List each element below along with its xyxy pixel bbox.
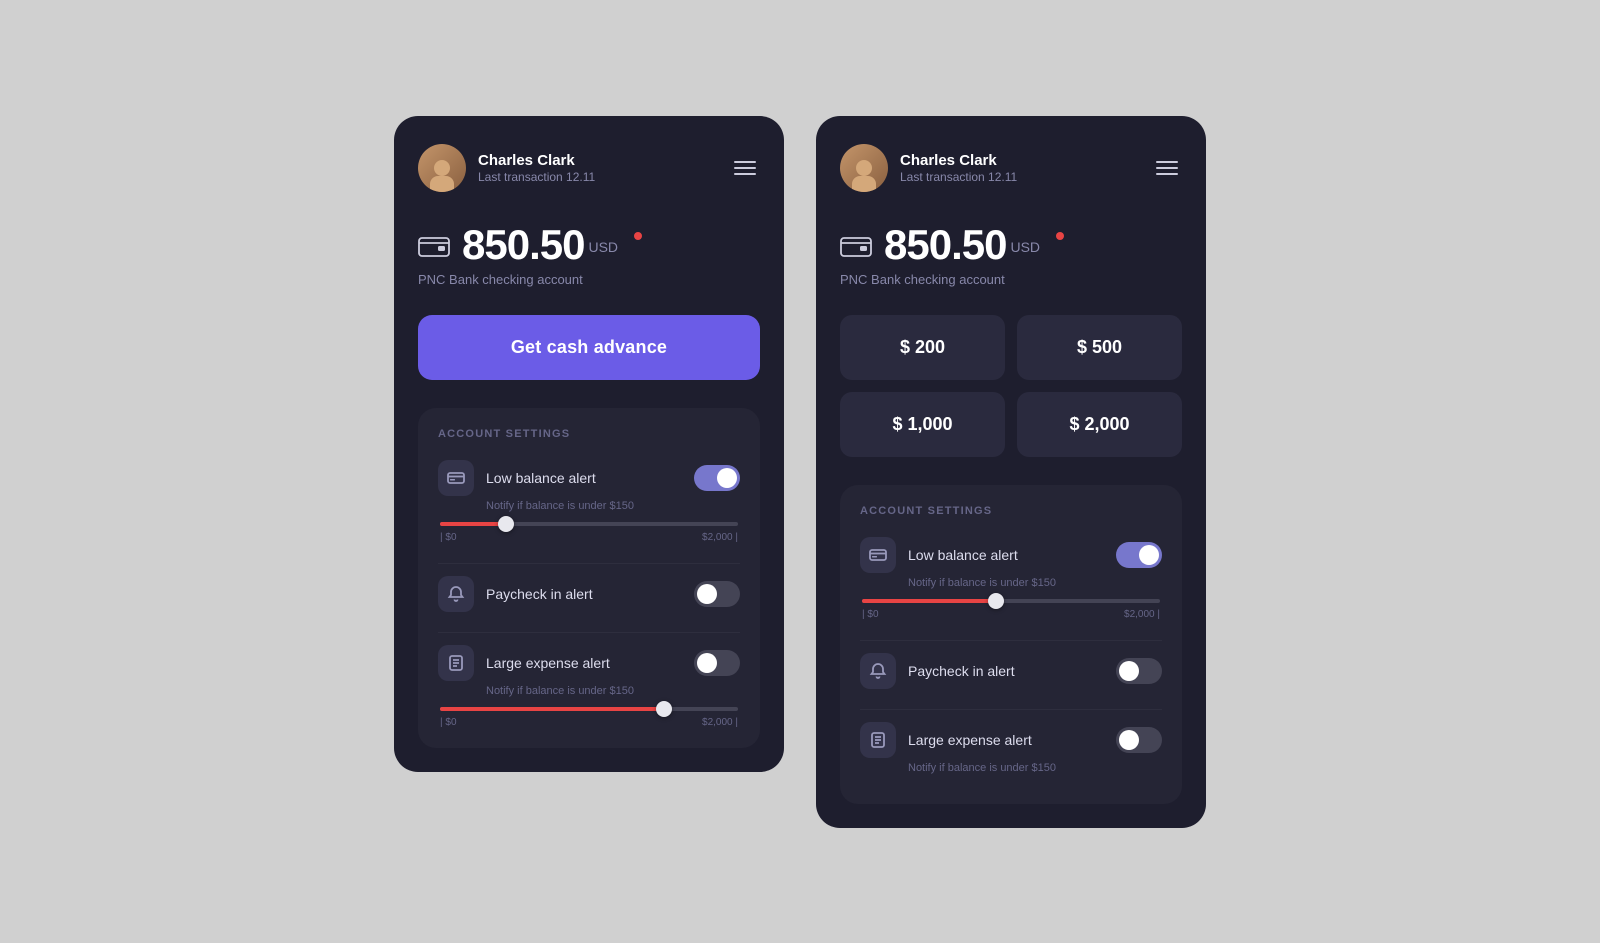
low-balance-slider-1[interactable]: | $0 $2,000 |: [438, 522, 740, 543]
balance-row-2: 850.50USD: [840, 224, 1182, 266]
expense-toggle-1[interactable]: [694, 650, 740, 676]
setting-low-balance-1: Low balance alert Notify if balance is u…: [438, 460, 740, 543]
setting-paycheck-1: Paycheck in alert: [438, 576, 740, 612]
bell-icon-1: [447, 585, 465, 603]
setting-large-expense-1: Large expense alert Notify if balance is…: [438, 645, 740, 728]
low-balance-slider-2[interactable]: | $0 $2,000 |: [860, 599, 1162, 620]
header-1: Charles Clark Last transaction 12.11: [418, 144, 760, 192]
screen-2: Charles Clark Last transaction 12.11: [816, 116, 1206, 828]
balance-dot-1: [634, 232, 642, 240]
wallet-icon-1: [418, 233, 450, 257]
settings-section-1: ACCOUNT SETTINGS Low b: [418, 408, 760, 748]
slider-max-2: $2,000 |: [1124, 609, 1160, 620]
settings-title-2: ACCOUNT SETTINGS: [860, 505, 1162, 517]
menu-icon-2[interactable]: [1152, 157, 1182, 179]
paycheck-toggle-1[interactable]: [694, 581, 740, 607]
low-balance-toggle-2[interactable]: [1116, 542, 1162, 568]
menu-icon-1[interactable]: [730, 157, 760, 179]
avatar-2: [840, 144, 888, 192]
setting-row-paycheck-2: Paycheck in alert: [860, 653, 1162, 689]
bell-icon-wrap-1: [438, 576, 474, 612]
user-sub-2: Last transaction 12.11: [900, 170, 1017, 184]
doc-icon-1: [447, 654, 465, 672]
setting-left-expense-2: Large expense alert: [860, 722, 1032, 758]
slider-min-1: | $0: [440, 532, 457, 543]
setting-paycheck-2: Paycheck in alert: [860, 653, 1162, 689]
doc-icon-wrap-1: [438, 645, 474, 681]
screen-1: Charles Clark Last transaction 12.11: [394, 116, 784, 772]
paycheck-name-1: Paycheck in alert: [486, 586, 593, 602]
balance-label-2: PNC Bank checking account: [840, 272, 1182, 287]
wallet-icon-2: [840, 233, 872, 257]
expense-sub-2: Notify if balance is under $150: [908, 762, 1162, 774]
setting-left-low-2: Low balance alert: [860, 537, 1018, 573]
doc-icon-2: [869, 731, 887, 749]
expense-toggle-2[interactable]: [1116, 727, 1162, 753]
amount-500[interactable]: $ 500: [1017, 315, 1182, 380]
user-name-2: Charles Clark: [900, 151, 1017, 171]
amount-2000[interactable]: $ 2,000: [1017, 392, 1182, 457]
low-balance-name-2: Low balance alert: [908, 547, 1018, 563]
bell-icon-2: [869, 662, 887, 680]
user-info-1: Charles Clark Last transaction 12.11: [478, 151, 595, 185]
setting-left-paycheck-2: Paycheck in alert: [860, 653, 1015, 689]
balance-label-1: PNC Bank checking account: [418, 272, 760, 287]
expense-name-2: Large expense alert: [908, 732, 1032, 748]
user-name-1: Charles Clark: [478, 151, 595, 171]
setting-low-balance-2: Low balance alert Notify if balance is u…: [860, 537, 1162, 620]
large-expense-slider-1[interactable]: | $0 $2,000 |: [438, 707, 740, 728]
balance-row-1: 850.50USD: [418, 224, 760, 266]
amount-200[interactable]: $ 200: [840, 315, 1005, 380]
card-icon-1: [447, 469, 465, 487]
paycheck-toggle-2[interactable]: [1116, 658, 1162, 684]
get-cash-advance-button[interactable]: Get cash advance: [418, 315, 760, 380]
card-icon-wrap-1: [438, 460, 474, 496]
user-info-2: Charles Clark Last transaction 12.11: [900, 151, 1017, 185]
setting-left-expense-1: Large expense alert: [438, 645, 610, 681]
setting-row-paycheck-1: Paycheck in alert: [438, 576, 740, 612]
header-left-2: Charles Clark Last transaction 12.11: [840, 144, 1017, 192]
setting-left-paycheck-1: Paycheck in alert: [438, 576, 593, 612]
setting-row-low-2: Low balance alert: [860, 537, 1162, 573]
slider-min-2: | $0: [862, 609, 879, 620]
balance-dot-2: [1056, 232, 1064, 240]
slider-max-1: $2,000 |: [702, 532, 738, 543]
settings-section-2: ACCOUNT SETTINGS Low b: [840, 485, 1182, 804]
amount-grid: $ 200 $ 500 $ 1,000 $ 2,000: [840, 315, 1182, 457]
paycheck-name-2: Paycheck in alert: [908, 663, 1015, 679]
header-left-1: Charles Clark Last transaction 12.11: [418, 144, 595, 192]
setting-left-low-1: Low balance alert: [438, 460, 596, 496]
card-icon-wrap-2: [860, 537, 896, 573]
card-icon-2: [869, 546, 887, 564]
slider-max-expense-1: $2,000 |: [702, 717, 738, 728]
slider-min-expense-1: | $0: [440, 717, 457, 728]
user-sub-1: Last transaction 12.11: [478, 170, 595, 184]
amount-1000[interactable]: $ 1,000: [840, 392, 1005, 457]
expense-name-1: Large expense alert: [486, 655, 610, 671]
setting-row-low-1: Low balance alert: [438, 460, 740, 496]
setting-row-expense-2: Large expense alert: [860, 722, 1162, 758]
low-balance-name-1: Low balance alert: [486, 470, 596, 486]
low-balance-sub-2: Notify if balance is under $150: [908, 577, 1162, 589]
low-balance-sub-1: Notify if balance is under $150: [486, 500, 740, 512]
bell-icon-wrap-2: [860, 653, 896, 689]
low-balance-toggle-1[interactable]: [694, 465, 740, 491]
balance-amount-2: 850.50USD: [884, 224, 1040, 266]
header-2: Charles Clark Last transaction 12.11: [840, 144, 1182, 192]
settings-title-1: ACCOUNT SETTINGS: [438, 428, 740, 440]
expense-sub-1: Notify if balance is under $150: [486, 685, 740, 697]
doc-icon-wrap-2: [860, 722, 896, 758]
balance-section-2: 850.50USD PNC Bank checking account: [840, 224, 1182, 287]
avatar-1: [418, 144, 466, 192]
balance-section-1: 850.50USD PNC Bank checking account: [418, 224, 760, 287]
balance-amount-1: 850.50USD: [462, 224, 618, 266]
setting-row-expense-1: Large expense alert: [438, 645, 740, 681]
setting-large-expense-2: Large expense alert Notify if balance is…: [860, 722, 1162, 774]
